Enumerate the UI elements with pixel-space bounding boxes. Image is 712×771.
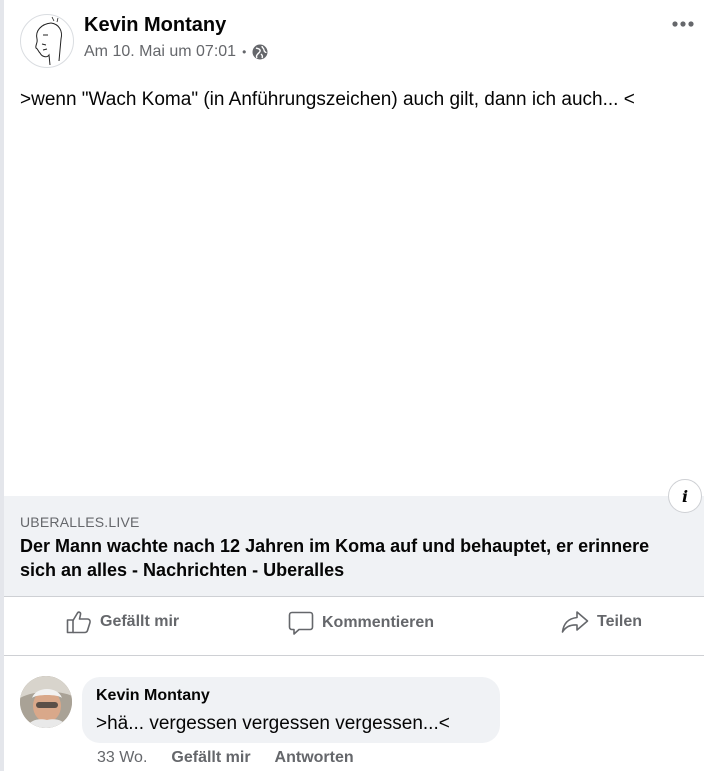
profile-photo-icon: [20, 676, 72, 728]
share-button[interactable]: Teilen: [561, 610, 642, 634]
globe-icon[interactable]: [252, 44, 268, 60]
share-arrow-icon: [561, 611, 589, 633]
comment-bubble: Kevin Montany >hä... vergessen vergessen…: [82, 677, 500, 743]
link-preview[interactable]: UBERALLES.LIVE Der Mann wachte nach 12 J…: [4, 496, 704, 596]
author-avatar[interactable]: [20, 14, 74, 68]
comment-button[interactable]: Kommentieren: [288, 610, 434, 636]
info-icon: i: [681, 486, 689, 506]
post-meta: Am 10. Mai um 07:01 •: [84, 43, 268, 61]
comment-like-button[interactable]: Gefällt mir: [171, 749, 250, 767]
ellipsis-icon: [672, 21, 694, 27]
divider-bottom: [4, 655, 704, 656]
like-button[interactable]: Gefällt mir: [66, 610, 179, 634]
like-label: Gefällt mir: [100, 613, 180, 630]
comment-footer: 33 Wo. Gefällt mir Antworten: [97, 749, 378, 767]
link-title[interactable]: Der Mann wachte nach 12 Jahren im Koma a…: [20, 534, 660, 582]
action-bar: Gefällt mir Kommentieren Teilen: [4, 598, 704, 654]
post-author-name[interactable]: Kevin Montany: [84, 14, 226, 37]
speech-bubble-icon: [288, 611, 314, 635]
more-options-button[interactable]: [666, 12, 700, 36]
sketch-face-icon: [35, 16, 62, 66]
comment-time[interactable]: 33 Wo.: [97, 749, 147, 767]
post-header: Kevin Montany Am 10. Mai um 07:01 •: [20, 12, 700, 68]
post-timestamp[interactable]: Am 10. Mai um 07:01: [84, 43, 236, 61]
comment-reply-button[interactable]: Antworten: [275, 749, 354, 767]
comment-author-avatar[interactable]: [20, 676, 72, 728]
post-text: >wenn "Wach Koma" (in Anführungszeichen)…: [20, 89, 635, 110]
share-label: Teilen: [597, 613, 643, 630]
meta-separator: •: [242, 45, 247, 59]
comment-text: >hä... vergessen vergessen vergessen...<: [96, 713, 450, 734]
comment-label: Kommentieren: [322, 614, 435, 631]
comment-author-name[interactable]: Kevin Montany: [96, 687, 210, 705]
thumbs-up-icon: [66, 611, 91, 634]
link-domain: UBERALLES.LIVE: [20, 514, 140, 530]
divider-top: [4, 596, 704, 597]
info-button[interactable]: i: [668, 479, 702, 513]
